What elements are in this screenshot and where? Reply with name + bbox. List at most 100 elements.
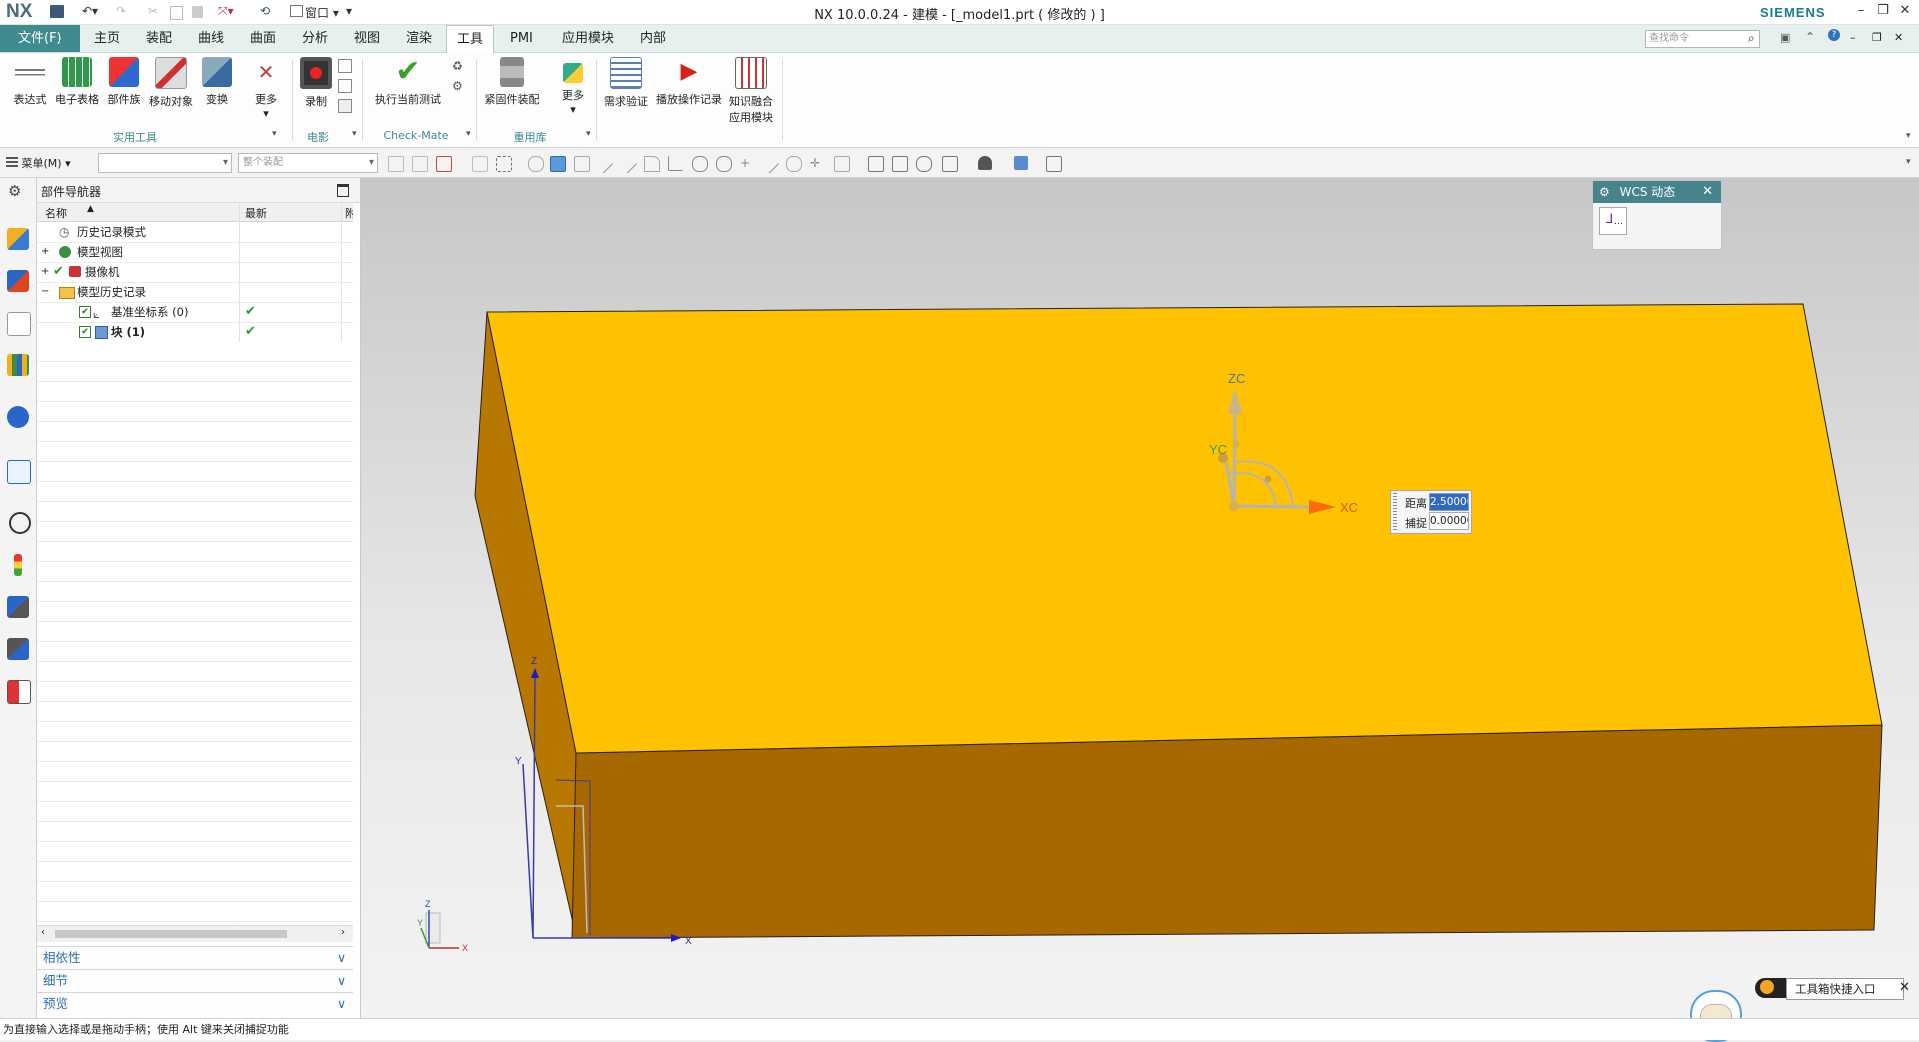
tab-pmi[interactable]: PMI	[500, 25, 543, 52]
sort-ascending-icon[interactable]: ▲	[87, 204, 94, 214]
assembly-navigator-icon[interactable]	[7, 228, 29, 250]
scroll-right-icon[interactable]: ›	[341, 927, 345, 938]
tooltip-close-icon[interactable]: ✕	[1899, 980, 1910, 995]
block-top-face[interactable]	[486, 303, 1883, 754]
panel-dependencies[interactable]: 相依性 ∨	[37, 946, 353, 969]
reuse-library-icon[interactable]	[7, 354, 29, 376]
snap-bounded-icon[interactable]	[834, 156, 850, 172]
column-name[interactable]: 名称	[45, 205, 67, 221]
hd3d-tools-icon[interactable]	[7, 406, 29, 428]
tree-row-block[interactable]: ✔ 块 (1) ✔	[37, 322, 353, 343]
move-object-button[interactable]: 移动对象	[146, 57, 196, 109]
execute-current-test-button[interactable]: ✔ 执行当前测试	[368, 57, 448, 107]
doc-minimize-button[interactable]: –	[1850, 31, 1856, 44]
manufacturing-wizard-icon[interactable]	[7, 596, 29, 618]
snap-icon-1[interactable]	[574, 156, 590, 172]
select-all-icon[interactable]	[436, 156, 452, 172]
toolbox-shortcut-tooltip[interactable]: 工具箱快捷入口	[1786, 978, 1904, 1000]
help-icon[interactable]: ?	[1828, 29, 1840, 41]
datum-y-axis[interactable]	[522, 763, 534, 939]
snap-input[interactable]: 0.0000C	[1429, 512, 1469, 530]
close-button[interactable]: ✕	[1894, 3, 1916, 21]
ribbon-options-icon[interactable]: ▣	[1780, 31, 1790, 44]
ribbon-overflow-icon[interactable]: ▾	[1906, 131, 1911, 141]
visibility-checkbox[interactable]: ✔	[79, 306, 91, 318]
resource-bar-settings-icon[interactable]: ⚙	[8, 182, 21, 200]
tree-row-history-mode[interactable]: ◷ 历史记录模式	[37, 222, 353, 243]
shaded-view-icon[interactable]	[550, 156, 566, 172]
toolbar-overflow-icon[interactable]: ▾	[1906, 157, 1911, 167]
tab-render[interactable]: 渲染	[396, 25, 442, 52]
group-dropdown-icon[interactable]: ▾	[352, 129, 357, 139]
graphics-window[interactable]: ZC YC XC X Z Y Z X Y 距离 2.5000 捕捉 0.0000	[361, 178, 1919, 1018]
snap-arc-icon[interactable]	[644, 156, 660, 172]
origin-handle-icon[interactable]	[1229, 501, 1239, 511]
scroll-thumb[interactable]	[55, 930, 287, 938]
tab-view[interactable]: 视图	[344, 25, 390, 52]
requirement-validation-button[interactable]: 需求验证	[602, 57, 650, 109]
tree-row-model-views[interactable]: + 模型视图	[37, 242, 353, 263]
web-browser-icon[interactable]	[7, 460, 31, 484]
select-by-icon[interactable]	[472, 156, 488, 172]
record-button[interactable]: 录制	[298, 57, 334, 109]
command-search-input[interactable]: 查找命令	[1645, 30, 1760, 48]
render-style-icon[interactable]	[978, 156, 992, 170]
menu-button[interactable]: 菜单(M) ▾	[6, 155, 71, 171]
doc-close-button[interactable]: ✕	[1894, 31, 1903, 44]
snap-on-curve-icon[interactable]	[758, 153, 780, 174]
type-filter-select[interactable]: ▾	[98, 153, 232, 173]
part-navigator-icon[interactable]	[7, 312, 31, 336]
minimize-button[interactable]: –	[1850, 3, 1872, 21]
gear-icon[interactable]: ⚙	[1599, 185, 1610, 199]
zoom-icon[interactable]	[892, 156, 908, 172]
snap-midpoint-icon[interactable]	[616, 153, 638, 174]
orient-view-icon[interactable]	[942, 156, 958, 172]
group-dropdown-icon[interactable]: ▾	[586, 129, 591, 139]
specify-csys-button[interactable]: ⅃ …	[1599, 207, 1627, 235]
view-orient-icon[interactable]	[528, 156, 544, 172]
model-canvas[interactable]: ZC YC XC X Z Y Z X Y	[361, 178, 1919, 1018]
fastener-assembly-button[interactable]: 紧固件装配	[482, 57, 542, 107]
snap-perpendicular-icon[interactable]	[668, 156, 683, 171]
checkmate-small-icon-2[interactable]: ⚙	[452, 79, 463, 93]
rectangle-select-icon[interactable]	[496, 156, 512, 172]
work-layer-icon[interactable]	[1014, 156, 1028, 170]
collapse-icon[interactable]: −	[41, 282, 49, 302]
playback-journal-button[interactable]: ▶ 播放操作记录	[654, 57, 724, 107]
constraint-navigator-icon[interactable]	[7, 270, 29, 292]
rotate-view-icon[interactable]	[916, 156, 932, 172]
more-utilities-button[interactable]: ✕ 更多 ▾	[250, 57, 282, 120]
snap-on-surface-icon[interactable]	[786, 156, 802, 172]
group-dropdown-icon[interactable]: ▾	[466, 129, 471, 139]
expand-icon[interactable]: +	[41, 262, 49, 282]
show-hide-icon[interactable]	[1046, 156, 1062, 172]
block-front-face[interactable]	[571, 724, 1883, 939]
selection-scope-select[interactable]: 整个装配 ▾	[238, 153, 378, 173]
xc-axis-handle[interactable]	[1233, 504, 1312, 509]
tab-surface[interactable]: 曲面	[240, 25, 286, 52]
spreadsheet-button[interactable]: 电子表格	[54, 57, 100, 107]
tab-home[interactable]: 主页	[84, 25, 130, 52]
history-icon[interactable]	[9, 512, 31, 534]
tab-application[interactable]: 应用模块	[552, 25, 624, 52]
transform-button[interactable]: 变换	[200, 57, 234, 107]
role-icon[interactable]	[7, 638, 29, 660]
panel-preview[interactable]: 预览 ∨	[37, 992, 353, 1015]
drag-handle[interactable]	[1393, 493, 1397, 531]
more-reuse-button[interactable]: 更多 ▾	[556, 57, 590, 116]
system-materials-icon[interactable]	[7, 680, 31, 704]
tree-row-datum-csys[interactable]: ✔ ⟀ 基准坐标系 (0) ✔	[37, 302, 353, 323]
horizontal-scrollbar[interactable]: ‹ ›	[37, 925, 353, 942]
snap-center-icon[interactable]	[692, 156, 708, 172]
restore-button[interactable]: ❐	[1872, 3, 1894, 21]
panel-details[interactable]: 细节 ∨	[37, 969, 353, 992]
visibility-checkbox[interactable]: ✔	[79, 326, 91, 338]
movie-small-icon-1[interactable]	[338, 59, 352, 73]
search-icon[interactable]: ⌕	[1748, 31, 1755, 46]
part-family-button[interactable]: 部件族	[104, 57, 144, 107]
movie-small-icon-3[interactable]	[338, 99, 352, 113]
tab-assembly[interactable]: 装配	[136, 25, 182, 52]
expand-icon[interactable]: +	[41, 242, 49, 262]
snap-intersection-icon[interactable]: ✛	[810, 156, 824, 170]
expression-button[interactable]: 表达式	[8, 57, 52, 107]
